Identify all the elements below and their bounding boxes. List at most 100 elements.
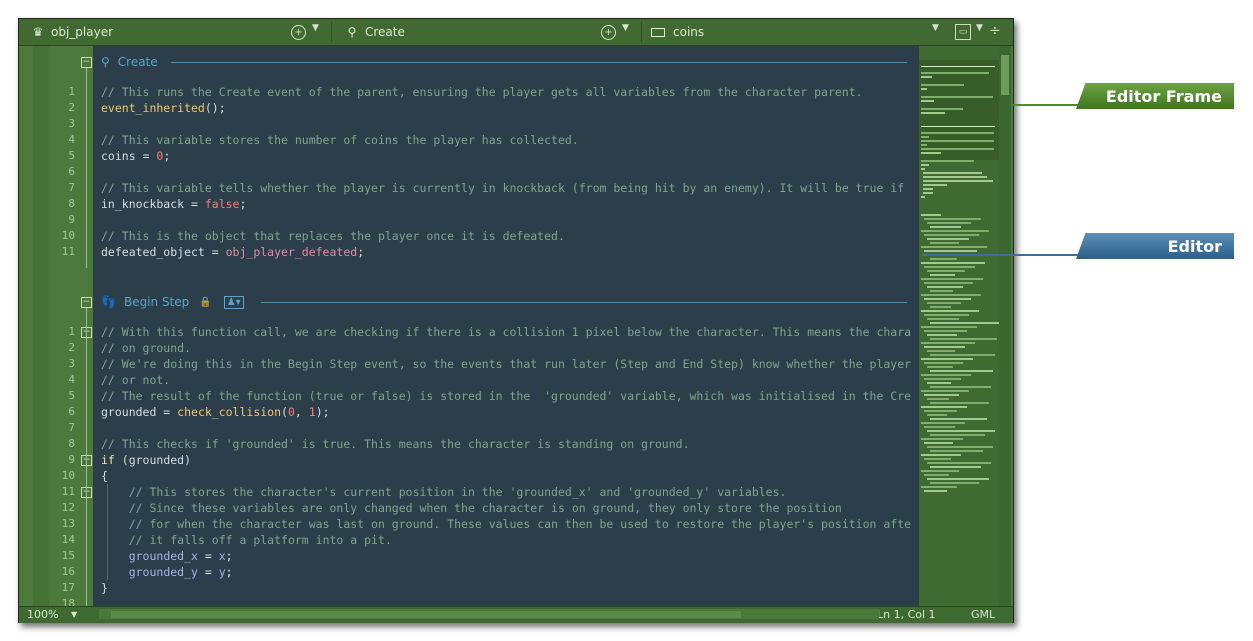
code-line[interactable]: }: [101, 580, 108, 596]
line-number: 1: [68, 85, 75, 98]
chevron-down-icon[interactable]: ▼: [976, 23, 983, 33]
minimap-line: [930, 434, 985, 436]
minimap-line: [924, 250, 977, 252]
event-header-begin-step[interactable]: 👣 Begin Step 🔒 ♟▾: [101, 292, 907, 312]
minimap-line: [924, 282, 973, 284]
code-line[interactable]: // for when the character was last on gr…: [101, 516, 911, 532]
line-number: 13: [61, 517, 75, 530]
fold-toggle-icon[interactable]: −: [81, 57, 92, 68]
minimap-line: [927, 398, 949, 400]
code-line[interactable]: // This stores the character's current p…: [101, 484, 787, 500]
code-line[interactable]: // With this function call, we are check…: [101, 324, 911, 340]
code-line[interactable]: // or not.: [101, 372, 170, 388]
code-token: ;: [225, 549, 233, 563]
add-icon[interactable]: +: [601, 25, 616, 40]
code-token: // for when the character was last on gr…: [128, 517, 912, 531]
lock-icon[interactable]: 🔒: [199, 297, 211, 308]
code-line[interactable]: // This runs the Create event of the par…: [101, 84, 863, 100]
code-token: ;: [357, 245, 365, 259]
event-header-rule: [171, 62, 907, 63]
chevron-down-icon[interactable]: ▼: [312, 23, 319, 33]
chevron-down-icon[interactable]: ▼: [622, 23, 629, 33]
minimap-line: [921, 72, 990, 74]
code-token: in_knockback =: [101, 197, 205, 211]
minimap[interactable]: [919, 46, 999, 606]
code-line[interactable]: // We're doing this in the Begin Step ev…: [101, 356, 911, 372]
code-line[interactable]: grounded_y = y;: [101, 564, 233, 580]
editor-frame-label: Editor Frame: [1105, 86, 1222, 106]
event-header-create[interactable]: ⚲ Create: [101, 52, 907, 72]
minimap-line: [921, 140, 994, 142]
code-line[interactable]: coins = 0;: [101, 148, 170, 164]
line-number: 7: [68, 421, 75, 434]
split-view-icon[interactable]: ÷: [989, 23, 1001, 39]
editor-label: Editor: [1167, 236, 1222, 256]
minimap-line: [927, 478, 989, 480]
minimap-line: [927, 238, 969, 240]
chevron-down-icon[interactable]: ▼: [71, 610, 77, 619]
code-token: }: [101, 581, 108, 595]
code-line[interactable]: defeated_object = obj_player_defeated;: [101, 244, 364, 260]
minimap-line: [930, 274, 955, 276]
code-token: coins =: [101, 149, 157, 163]
minimap-line: [924, 346, 965, 348]
code-editor[interactable]: ⚲ Create // This runs the Create event of …: [93, 46, 919, 606]
code-line[interactable]: // Since these variables are only change…: [101, 500, 842, 516]
code-line[interactable]: grounded_x = x;: [101, 548, 233, 564]
variable-name: coins: [673, 25, 705, 39]
code-token: ;: [163, 149, 171, 163]
line-number: 3: [68, 357, 75, 370]
code-line[interactable]: // it falls off a platform into a pit.: [101, 532, 392, 548]
minimap-line: [927, 318, 959, 320]
code-line[interactable]: // This variable tells whether the playe…: [101, 180, 904, 196]
minimap-line: [923, 188, 933, 190]
minimap-line: [921, 390, 969, 392]
minimap-line: [927, 382, 951, 384]
vertical-scrollbar[interactable]: [999, 46, 1011, 606]
language-label: GML: [971, 608, 996, 621]
code-token: // This variable stores the number of co…: [101, 133, 579, 147]
code-line[interactable]: if (grounded): [101, 452, 191, 468]
code-token: // We're doing this in the Begin Step ev…: [101, 357, 912, 371]
window-mode-icon[interactable]: ▭: [955, 24, 971, 40]
fold-toggle-icon[interactable]: −: [81, 297, 92, 308]
event-title: Create: [117, 55, 158, 69]
vertical-scroll-thumb[interactable]: [1001, 55, 1009, 95]
minimap-line: [930, 450, 983, 452]
code-line[interactable]: in_knockback = false;: [101, 196, 246, 212]
code-token: ;: [239, 197, 247, 211]
minimap-line: [921, 342, 975, 344]
instance-picker-icon[interactable]: ♟▾: [223, 295, 244, 309]
code-line[interactable]: // on ground.: [101, 340, 191, 356]
line-number: 6: [68, 165, 75, 178]
line-number: 11: [61, 485, 75, 498]
zoom-level[interactable]: 100%: [27, 608, 58, 621]
code-line[interactable]: // This is the object that replaces the …: [101, 228, 565, 244]
code-line[interactable]: // This checks if 'grounded' is true. Th…: [101, 436, 690, 452]
event-selector[interactable]: ⚲ Create: [345, 19, 405, 45]
code-token: (: [281, 405, 288, 419]
code-token: grounded =: [101, 405, 178, 419]
object-tab[interactable]: ♛ obj_player: [31, 19, 113, 45]
code-token: // on ground.: [101, 341, 192, 355]
code-token: ;: [225, 565, 233, 579]
minimap-line: [927, 302, 961, 304]
code-line[interactable]: // This variable stores the number of co…: [101, 132, 579, 148]
variable-selector[interactable]: coins: [651, 19, 704, 45]
minimap-viewport[interactable]: [919, 60, 999, 160]
line-number: 4: [68, 373, 75, 386]
minimap-line: [923, 176, 988, 178]
minimap-line: [924, 378, 961, 380]
add-event-icon[interactable]: +: [291, 25, 306, 40]
code-line[interactable]: grounded = check_collision(0, 1);: [101, 404, 330, 420]
minimap-line: [921, 246, 987, 248]
code-line[interactable]: {: [101, 468, 108, 484]
code-line[interactable]: // The result of the function (true or f…: [101, 388, 911, 404]
minimap-line: [921, 148, 994, 150]
chevron-down-icon[interactable]: ▼: [932, 23, 939, 33]
minimap-line: [921, 374, 971, 376]
code-line[interactable]: event_inherited();: [101, 100, 226, 116]
minimap-line: [930, 242, 959, 244]
horizontal-scroll-thumb[interactable]: [111, 611, 741, 618]
